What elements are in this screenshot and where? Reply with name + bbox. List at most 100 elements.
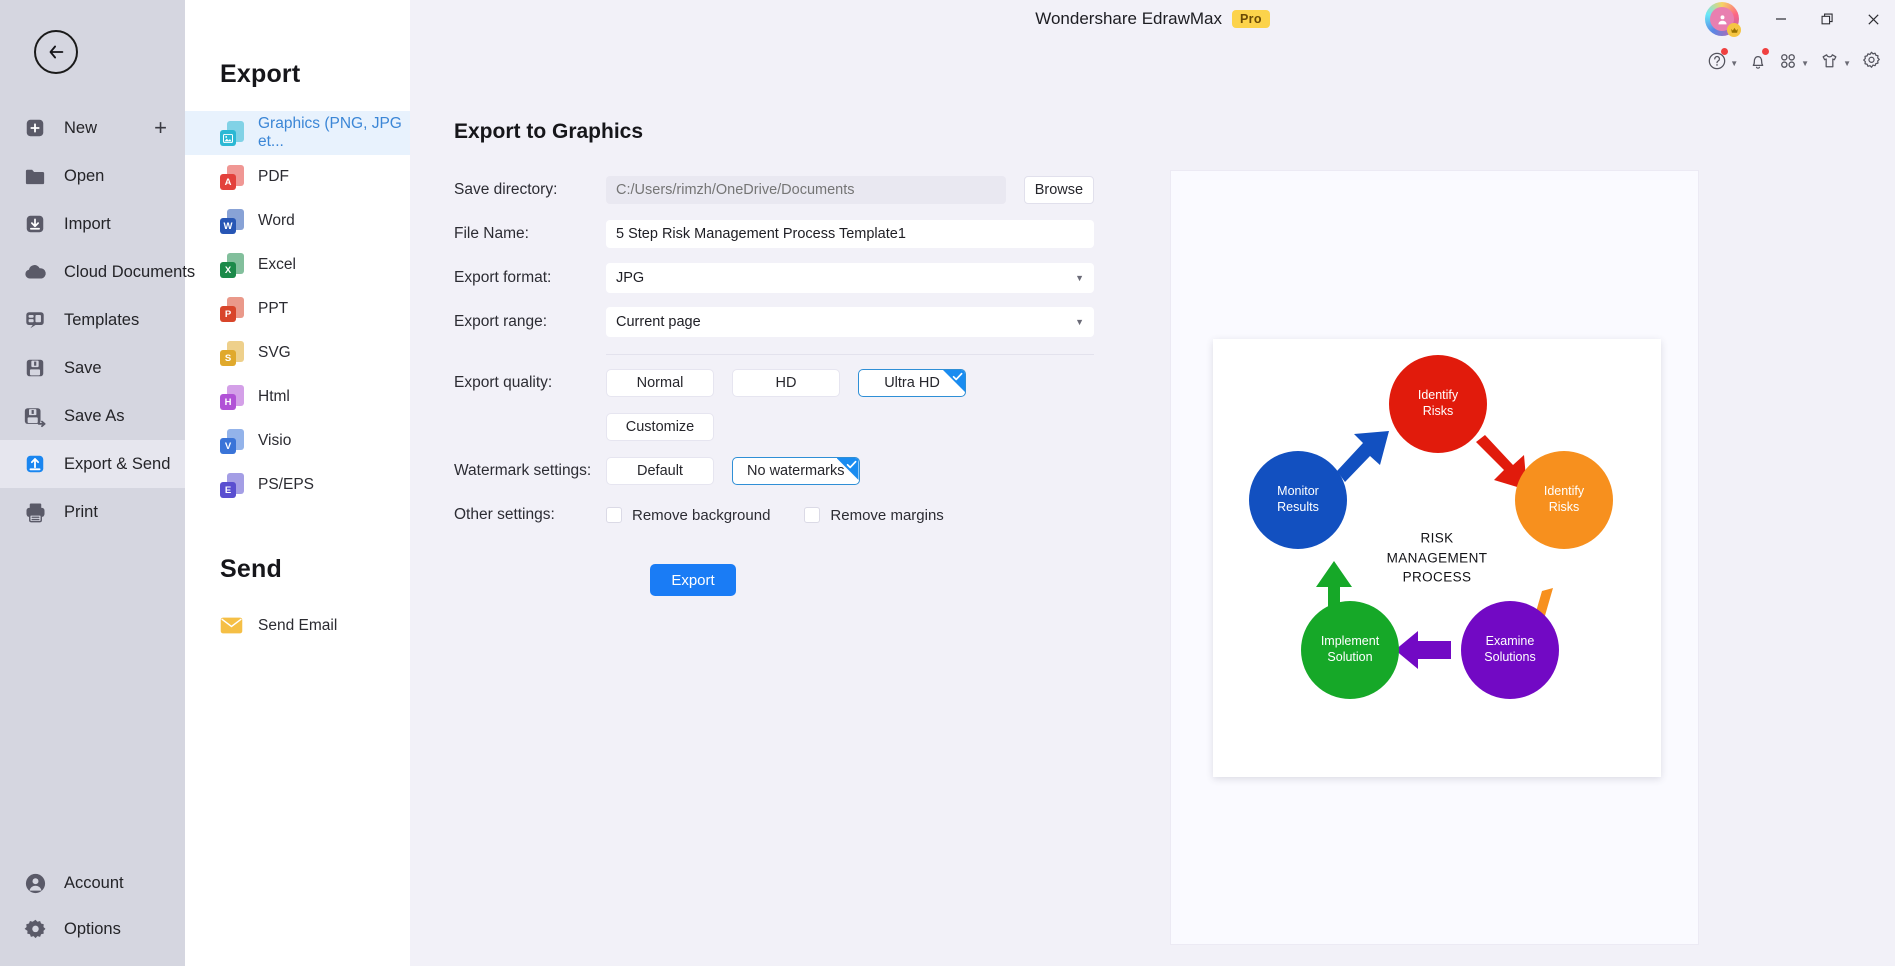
center-title-line: RISK — [1420, 530, 1454, 546]
export-form: Save directory: Browse File Name: Export… — [454, 168, 1094, 596]
save-directory-input[interactable] — [606, 176, 1006, 204]
back-button[interactable] — [34, 30, 78, 74]
save-directory-row: Save directory: Browse — [454, 168, 1094, 212]
minimize-button[interactable] — [1759, 0, 1803, 38]
checkbox-box[interactable] — [606, 507, 622, 523]
import-icon — [22, 211, 48, 237]
new-plus-icon[interactable]: + — [154, 117, 167, 139]
diagram-node-label: Implement — [1320, 634, 1380, 649]
arrow-blue — [1337, 431, 1389, 482]
rail-item-new[interactable]: New + — [0, 104, 185, 152]
rail-item-save[interactable]: Save — [0, 344, 185, 392]
window-controls — [1705, 0, 1895, 38]
app-title: Wondershare EdrawMax — [1035, 9, 1223, 28]
apps-grid-button[interactable]: ▼ — [1775, 47, 1812, 80]
format-item-ps-eps[interactable]: E PS/EPS — [185, 463, 410, 507]
diagram-node-implement-solution[interactable]: Implement Solution — [1301, 601, 1399, 699]
export-button[interactable]: Export — [650, 564, 736, 596]
rail-item-options[interactable]: Options — [0, 906, 185, 952]
checkbox-remove-margins[interactable]: Remove margins — [804, 507, 944, 524]
rail-item-label: Templates — [64, 310, 140, 329]
settings-gear-button[interactable] — [1858, 46, 1885, 80]
browse-button[interactable]: Browse — [1023, 176, 1094, 204]
file-type-icon: P — [220, 296, 244, 322]
rail-item-print[interactable]: Print — [0, 488, 185, 536]
rail-item-cloud-documents[interactable]: Cloud Documents — [0, 248, 195, 296]
pro-badge: Pro — [1232, 10, 1270, 28]
help-button[interactable]: ▼ — [1704, 47, 1741, 80]
chevron-down-icon: ▼ — [1801, 58, 1810, 68]
diagram-node-label: Results — [1277, 500, 1319, 514]
format-item-label: PDF — [258, 168, 289, 185]
diagram-node-label: Solutions — [1484, 650, 1536, 664]
quality-option-ultra-hd[interactable]: Ultra HD — [858, 369, 966, 397]
file-type-icon: V — [220, 428, 244, 454]
file-type-icon: X — [220, 252, 244, 278]
settings-gear-icon — [1861, 50, 1882, 76]
maximize-button[interactable] — [1805, 0, 1849, 38]
rail-item-open[interactable]: Open — [0, 152, 185, 200]
checkbox-box[interactable] — [804, 507, 821, 523]
close-icon — [1867, 13, 1879, 25]
format-item-word[interactable]: W Word — [185, 199, 410, 243]
save-directory-label: Save directory: — [454, 181, 558, 198]
customize-button[interactable]: Customize — [606, 413, 714, 441]
rail-item-account[interactable]: Account — [0, 860, 185, 906]
format-item-pdf[interactable]: A PDF — [185, 155, 410, 199]
watermark-row: Watermark settings: Default No watermarks — [454, 449, 1094, 493]
checkbox-label: Remove background — [632, 506, 771, 524]
format-item-excel[interactable]: X Excel — [185, 243, 410, 287]
diagram-node-label: Risks — [1548, 500, 1580, 514]
bell-button[interactable] — [1745, 47, 1771, 80]
quality-option-hd[interactable]: HD — [732, 369, 840, 397]
export-send-icon — [22, 451, 48, 477]
checkbox-remove-background[interactable]: Remove background — [606, 507, 770, 524]
back-button-wrap — [0, 0, 185, 104]
save-as-icon — [22, 403, 48, 429]
quality-option-normal[interactable]: Normal — [606, 369, 714, 397]
watermark-option-no-watermarks[interactable]: No watermarks — [732, 457, 860, 485]
diagram-node-identify-risks-right[interactable]: Identify Risks — [1515, 451, 1613, 549]
send-item-label: Send Email — [258, 617, 338, 634]
export-heading: Export — [220, 60, 301, 88]
page-title: Export to Graphics — [454, 120, 644, 143]
format-item-label: PPT — [258, 300, 289, 317]
rail-item-label: Save As — [64, 406, 125, 425]
theme-shirt-icon — [1819, 51, 1840, 76]
export-range-row: Export range: Current page ▼ — [454, 300, 1094, 344]
format-item-svg[interactable]: S SVG — [185, 331, 410, 375]
diagram-canvas[interactable]: RISK MANAGEMENT PROCESS Identify Risks Ident… — [1213, 339, 1661, 777]
rail-item-label: Import — [64, 214, 111, 233]
selected-check-badge — [943, 370, 965, 392]
close-button[interactable] — [1851, 0, 1895, 38]
rail-item-templates[interactable]: Templates — [0, 296, 185, 344]
arrow-purple — [1395, 631, 1451, 669]
watermark-option-default[interactable]: Default — [606, 457, 714, 485]
send-item-send-email[interactable]: Send Email — [185, 604, 410, 648]
export-format-select[interactable]: JPG ▼ — [606, 263, 1094, 293]
left-rail: New + Open Import Cloud Documents Templates Sa… — [0, 0, 195, 966]
diagram-node-label: Identify — [1543, 484, 1585, 499]
export-range-select[interactable]: Current page ▼ — [606, 307, 1094, 337]
rail-item-save-as[interactable]: Save As — [0, 392, 185, 440]
export-format-field-group: JPG ▼ — [606, 263, 1094, 293]
notification-dot — [1762, 47, 1770, 55]
format-item-html[interactable]: H Html — [185, 375, 410, 419]
format-item-ppt[interactable]: P PPT — [185, 287, 410, 331]
format-item-visio[interactable]: V Visio — [185, 419, 410, 463]
format-item-graphics-png-jpg-et[interactable]: Graphics (PNG, JPG et... — [185, 111, 410, 155]
rail-item-list: New + Open Import Cloud Documents Templates Sa… — [0, 104, 195, 536]
file-name-input[interactable] — [606, 220, 1094, 248]
diagram-node-identify-risks-top[interactable]: Identify Risks — [1389, 355, 1487, 453]
file-type-icon: S — [220, 340, 244, 366]
export-format-value: JPG — [616, 270, 645, 286]
format-item-label: Excel — [258, 256, 296, 273]
diagram-node-monitor-results[interactable]: Monitor Results — [1249, 451, 1347, 549]
format-item-label: PS/EPS — [258, 476, 314, 493]
avatar[interactable] — [1705, 2, 1741, 37]
theme-shirt-button[interactable]: ▼ — [1816, 47, 1854, 80]
diagram-node-examine-solutions[interactable]: Examine Solutions — [1461, 601, 1559, 699]
rail-item-export-send[interactable]: Export & Send — [0, 440, 185, 488]
rail-item-import[interactable]: Import — [0, 200, 185, 248]
file-type-icon: H — [220, 384, 244, 410]
